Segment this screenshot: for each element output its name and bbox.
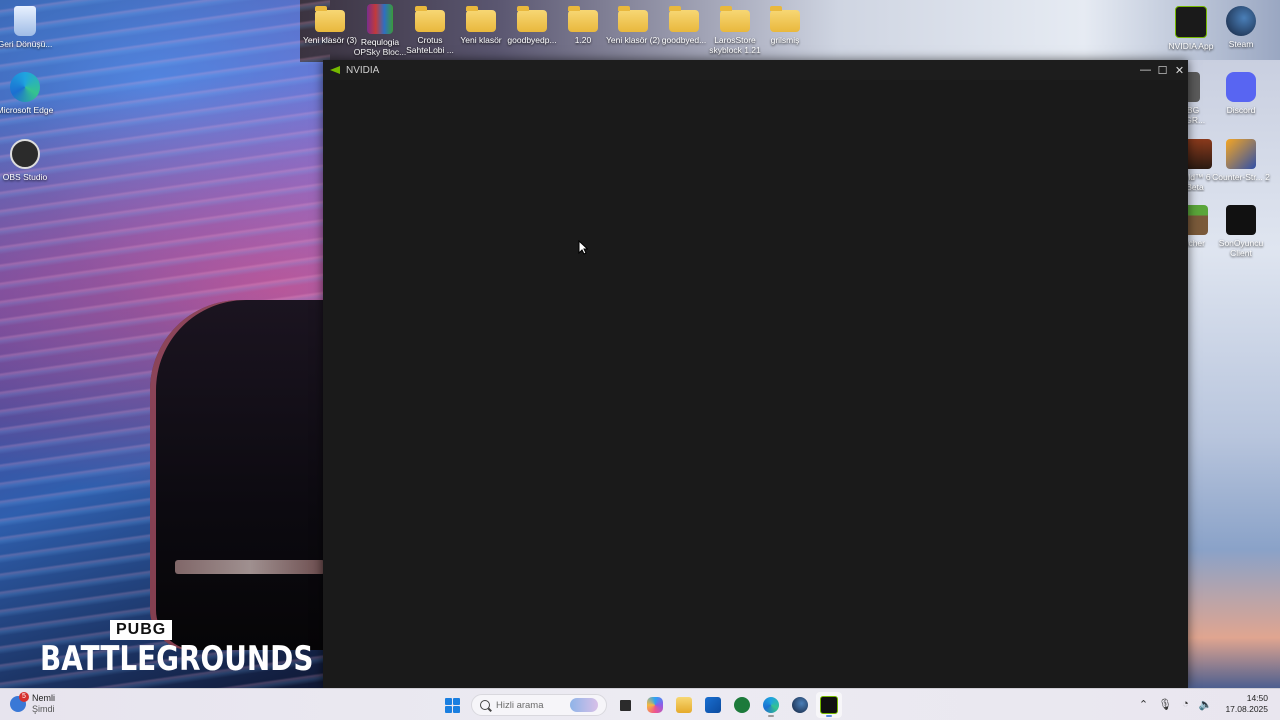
- weather-time: Şimdi: [32, 704, 55, 714]
- desktop-icon-label: 1.20: [574, 35, 592, 45]
- desktop-icon-label: Discord: [1226, 105, 1256, 115]
- desktop-icon-recycle-bin[interactable]: Geri Dönüşü...: [0, 6, 56, 49]
- file-explorer-icon: [675, 697, 692, 713]
- recycle-bin-icon: [14, 6, 36, 36]
- window-content-loading: [323, 80, 1188, 688]
- taskbar: 5 Nemli Şimdi Hizli arama ⌃ 🎙 ◔ 🔈 14:50 …: [0, 688, 1280, 720]
- folder-icon: [466, 6, 496, 32]
- desktop-icon-label: OBS Studio: [2, 172, 48, 182]
- desktop-icon-cs2[interactable]: Counter-Str... 2: [1210, 139, 1272, 182]
- window-title: NVIDIA: [346, 64, 380, 76]
- cs2-icon: [1226, 139, 1256, 169]
- folder-icon: [770, 6, 800, 32]
- desktop-icon-edge[interactable]: Microsoft Edge: [0, 72, 56, 115]
- desktop-icon-obs[interactable]: OBS Studio: [0, 139, 56, 182]
- wallpaper-car-light: [175, 560, 325, 574]
- minimize-button[interactable]: —: [1137, 60, 1154, 80]
- edge-icon: [762, 697, 779, 713]
- nvidia-app-window[interactable]: NVIDIA — ☐ ✕: [323, 60, 1188, 688]
- nvidia-logo-icon: [330, 66, 340, 74]
- taskbar-apps: Hizli arama: [438, 692, 843, 718]
- pubg-logo-small: PUBG: [110, 620, 173, 640]
- sonoyuncu-icon: [1226, 205, 1256, 235]
- desktop-icon-label: Geri Dönüşü...: [0, 39, 53, 49]
- microphone-icon[interactable]: 🎙: [1158, 698, 1172, 711]
- steam-icon: [1226, 6, 1256, 36]
- copilot-icon: [646, 697, 663, 713]
- edge-icon: [10, 72, 40, 102]
- search-placeholder: Hizli arama: [496, 699, 544, 711]
- desktop-icon-sonoyuncu[interactable]: SonOyuncu Client: [1210, 205, 1272, 258]
- chevron-up-icon[interactable]: ⌃: [1139, 698, 1148, 711]
- maximize-button[interactable]: ☐: [1154, 60, 1171, 80]
- desktop-icon-label: NVIDIA App: [1168, 41, 1214, 51]
- clock-time: 14:50: [1246, 693, 1268, 703]
- start-button[interactable]: [440, 692, 466, 718]
- nvidia-icon: [819, 696, 838, 714]
- wallpaper-car: [150, 300, 350, 650]
- upwork-button[interactable]: [729, 692, 755, 718]
- clock-date: 17.08.2025: [1225, 704, 1268, 714]
- desktop-icon-label: Crotus SahteLobi ...: [406, 35, 454, 55]
- folder-icon: [568, 6, 598, 32]
- folder-icon: [315, 6, 345, 32]
- nvidia-taskbar-button[interactable]: [815, 692, 842, 718]
- folder-icon: [618, 6, 648, 32]
- weather-condition: Nemli: [32, 693, 56, 703]
- window-titlebar[interactable]: NVIDIA — ☐ ✕: [323, 60, 1188, 80]
- copilot-button[interactable]: [642, 692, 668, 718]
- speaker-icon[interactable]: 🔈: [1199, 698, 1213, 711]
- desktop-icon-label: goodbyedp...: [507, 35, 557, 45]
- window-controls: — ☐ ✕: [1137, 60, 1188, 80]
- weather-badge: 5: [19, 692, 29, 702]
- winrar-icon: [367, 4, 393, 34]
- system-tray: ⌃ 🎙 ◔ 🔈 14:50 17.08.2025: [1134, 693, 1268, 715]
- task-view-button[interactable]: [613, 692, 639, 718]
- folder-icon: [415, 6, 445, 32]
- desktop-icon-discord[interactable]: Discord: [1210, 72, 1272, 115]
- task-view-icon: [620, 699, 631, 711]
- obs-icon: [10, 139, 40, 169]
- weather-icon: 5: [10, 692, 29, 712]
- close-button[interactable]: ✕: [1171, 60, 1188, 80]
- active-indicator: [825, 715, 832, 717]
- desktop-icon-label: Yeni klasör: [460, 35, 502, 45]
- steam-taskbar-button[interactable]: [787, 692, 813, 718]
- folder-icon: [669, 6, 699, 32]
- steam-icon: [791, 697, 808, 713]
- desktop-icon-label: SonOyuncu Client: [1218, 238, 1264, 258]
- outlook-button[interactable]: [700, 692, 726, 718]
- desktop-icon-label: grilsmiş: [770, 35, 800, 45]
- outlook-icon: [704, 697, 721, 713]
- desktop-icon-label: Microsoft Edge: [0, 105, 54, 115]
- desktop-icon-label: Yeni klasör (2): [605, 35, 661, 45]
- nvidia-icon: [1175, 6, 1207, 38]
- upwork-icon: [733, 697, 750, 713]
- file-explorer-button[interactable]: [671, 692, 697, 718]
- weather-widget[interactable]: 5 Nemli Şimdi: [10, 692, 56, 715]
- edge-taskbar-button[interactable]: [758, 692, 784, 718]
- wifi-icon[interactable]: ◔: [1182, 698, 1189, 710]
- desktop-icon-folder[interactable]: grilsmiş: [754, 4, 816, 45]
- discord-icon: [1226, 72, 1256, 102]
- folder-icon: [517, 6, 547, 32]
- desktop-icon-label: goodbyed...: [661, 35, 707, 45]
- desktop-icon-label: Counter-Str... 2: [1212, 172, 1270, 182]
- folder-icon: [720, 6, 750, 32]
- windows-logo-icon: [445, 697, 460, 713]
- desktop-icon-label: Steam: [1228, 39, 1254, 49]
- search-highlight-icon: [570, 698, 598, 712]
- search-box[interactable]: Hizli arama: [471, 694, 607, 716]
- search-icon: [480, 700, 490, 710]
- clock[interactable]: 14:50 17.08.2025: [1225, 693, 1268, 715]
- running-indicator: [767, 715, 774, 717]
- desktop-icon-steam[interactable]: Steam: [1210, 6, 1272, 49]
